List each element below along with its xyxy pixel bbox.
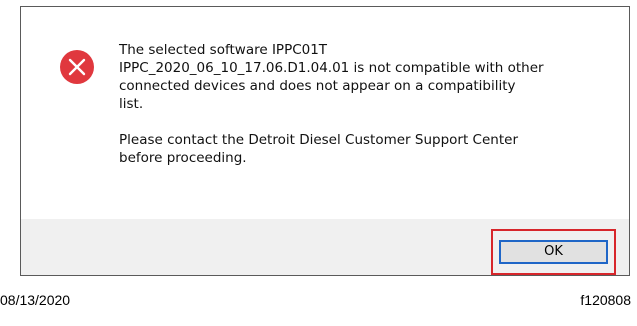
footer-date: 08/13/2020	[0, 292, 71, 308]
ok-button[interactable]: OK	[499, 240, 608, 264]
message-line-6: before proceeding.	[119, 150, 247, 166]
message-line-3: connected devices and does not appear on…	[119, 78, 516, 94]
error-dialog: The selected software IPPC01T IPPC_2020_…	[20, 6, 630, 276]
error-icon	[60, 50, 94, 84]
error-message: The selected software IPPC01T IPPC_2020_…	[119, 41, 609, 167]
dialog-content: The selected software IPPC01T IPPC_2020_…	[21, 7, 629, 219]
footer-figure-id: f120808	[580, 292, 631, 308]
ok-button-highlight: OK	[491, 229, 616, 275]
message-line-2: IPPC_2020_06_10_17.06.D1.04.01 is not co…	[119, 60, 544, 76]
page: The selected software IPPC01T IPPC_2020_…	[0, 0, 637, 326]
message-line-4: list.	[119, 96, 144, 112]
message-line-5: Please contact the Detroit Diesel Custom…	[119, 132, 518, 148]
message-line-1: The selected software IPPC01T	[119, 42, 328, 58]
